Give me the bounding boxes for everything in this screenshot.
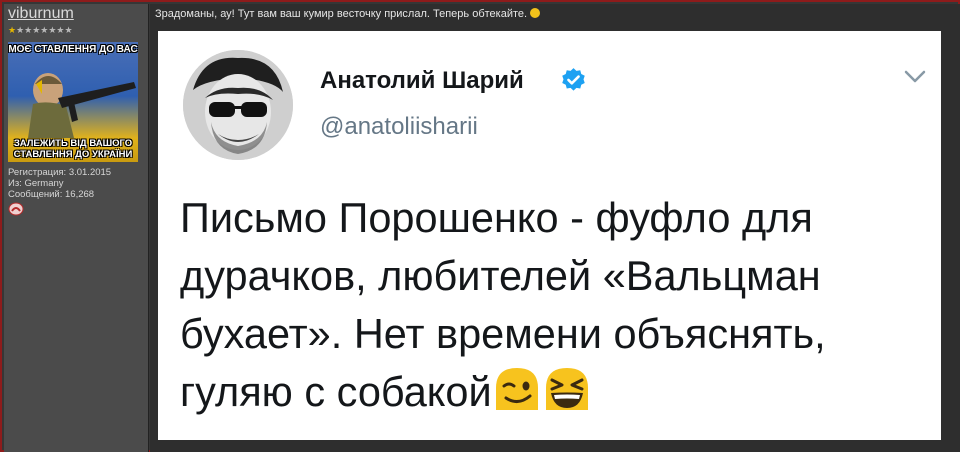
tweet-author-name[interactable]: Анатолий Шарий xyxy=(320,67,524,95)
laughing-smiley-icon xyxy=(530,8,541,18)
user-location: Из: Germany xyxy=(8,178,64,189)
embedded-tweet[interactable]: Анатолий Шарий @anatoliisharii Письмо По… xyxy=(158,31,941,440)
reputation-icon[interactable] xyxy=(8,202,24,216)
avatar-bottom-line-1: ЗАЛЕЖИТЬ ВІД ВАШОГО xyxy=(13,138,133,149)
message-count: Сообщений: 16,268 xyxy=(8,189,95,200)
post-message: Зрадоманы, ау! Тут вам ваш кумир весточк… xyxy=(155,8,541,20)
grinning-squinting-face-icon xyxy=(545,368,588,410)
user-stats: Регистрация: 3.01.2015 Из: Germany Сообщ… xyxy=(8,167,111,200)
forum-post-frame: viburnum ★★★★★★★★ МОЄ СТАВЛЕННЯ ДО ВАС З… xyxy=(0,0,960,452)
chevron-down-icon[interactable] xyxy=(903,69,927,85)
tweet-line-3: бухает». Нет времени объяснять, xyxy=(180,310,826,357)
user-info-column: viburnum ★★★★★★★★ МОЄ СТАВЛЕННЯ ДО ВАС З… xyxy=(4,4,149,452)
avatar-bottom-line-2: СТАВЛЕННЯ ДО УКРАЇНИ xyxy=(13,149,133,160)
username-link[interactable]: viburnum xyxy=(8,5,74,23)
tweet-text: Письмо Порошенко - фуфло для дурачков, л… xyxy=(180,189,920,421)
author-photo xyxy=(183,50,293,160)
registration-date: Регистрация: 3.01.2015 xyxy=(8,167,112,178)
tweet-line-4-text: гуляю с собакой xyxy=(180,368,492,415)
post-message-text: Зрадоманы, ау! Тут вам ваш кумир весточк… xyxy=(155,8,528,20)
tweet-author-avatar[interactable] xyxy=(183,50,293,160)
tweet-author-handle[interactable]: @anatoliisharii xyxy=(320,113,478,141)
post-body: Зрадоманы, ау! Тут вам ваш кумир весточк… xyxy=(150,4,960,452)
tweet-line-2: дурачков, любителей «Вальцман xyxy=(180,252,821,299)
avatar-bottom-caption: ЗАЛЕЖИТЬ ВІД ВАШОГО СТАВЛЕННЯ ДО УКРАЇНИ xyxy=(8,138,138,160)
rank-star-active: ★ xyxy=(8,26,17,36)
tweet-line-1: Письмо Порошенко - фуфло для xyxy=(180,194,813,241)
rank-stars-inactive: ★★★★★★★ xyxy=(16,26,73,36)
user-avatar[interactable]: МОЄ СТАВЛЕННЯ ДО ВАС ЗАЛЕЖИТЬ ВІД ВАШОГО… xyxy=(8,42,138,162)
rank-stars: ★★★★★★★★ xyxy=(8,26,73,36)
winking-face-icon xyxy=(495,368,538,410)
tweet-line-4: гуляю с собакой xyxy=(180,363,920,421)
verified-badge-icon xyxy=(562,68,585,91)
